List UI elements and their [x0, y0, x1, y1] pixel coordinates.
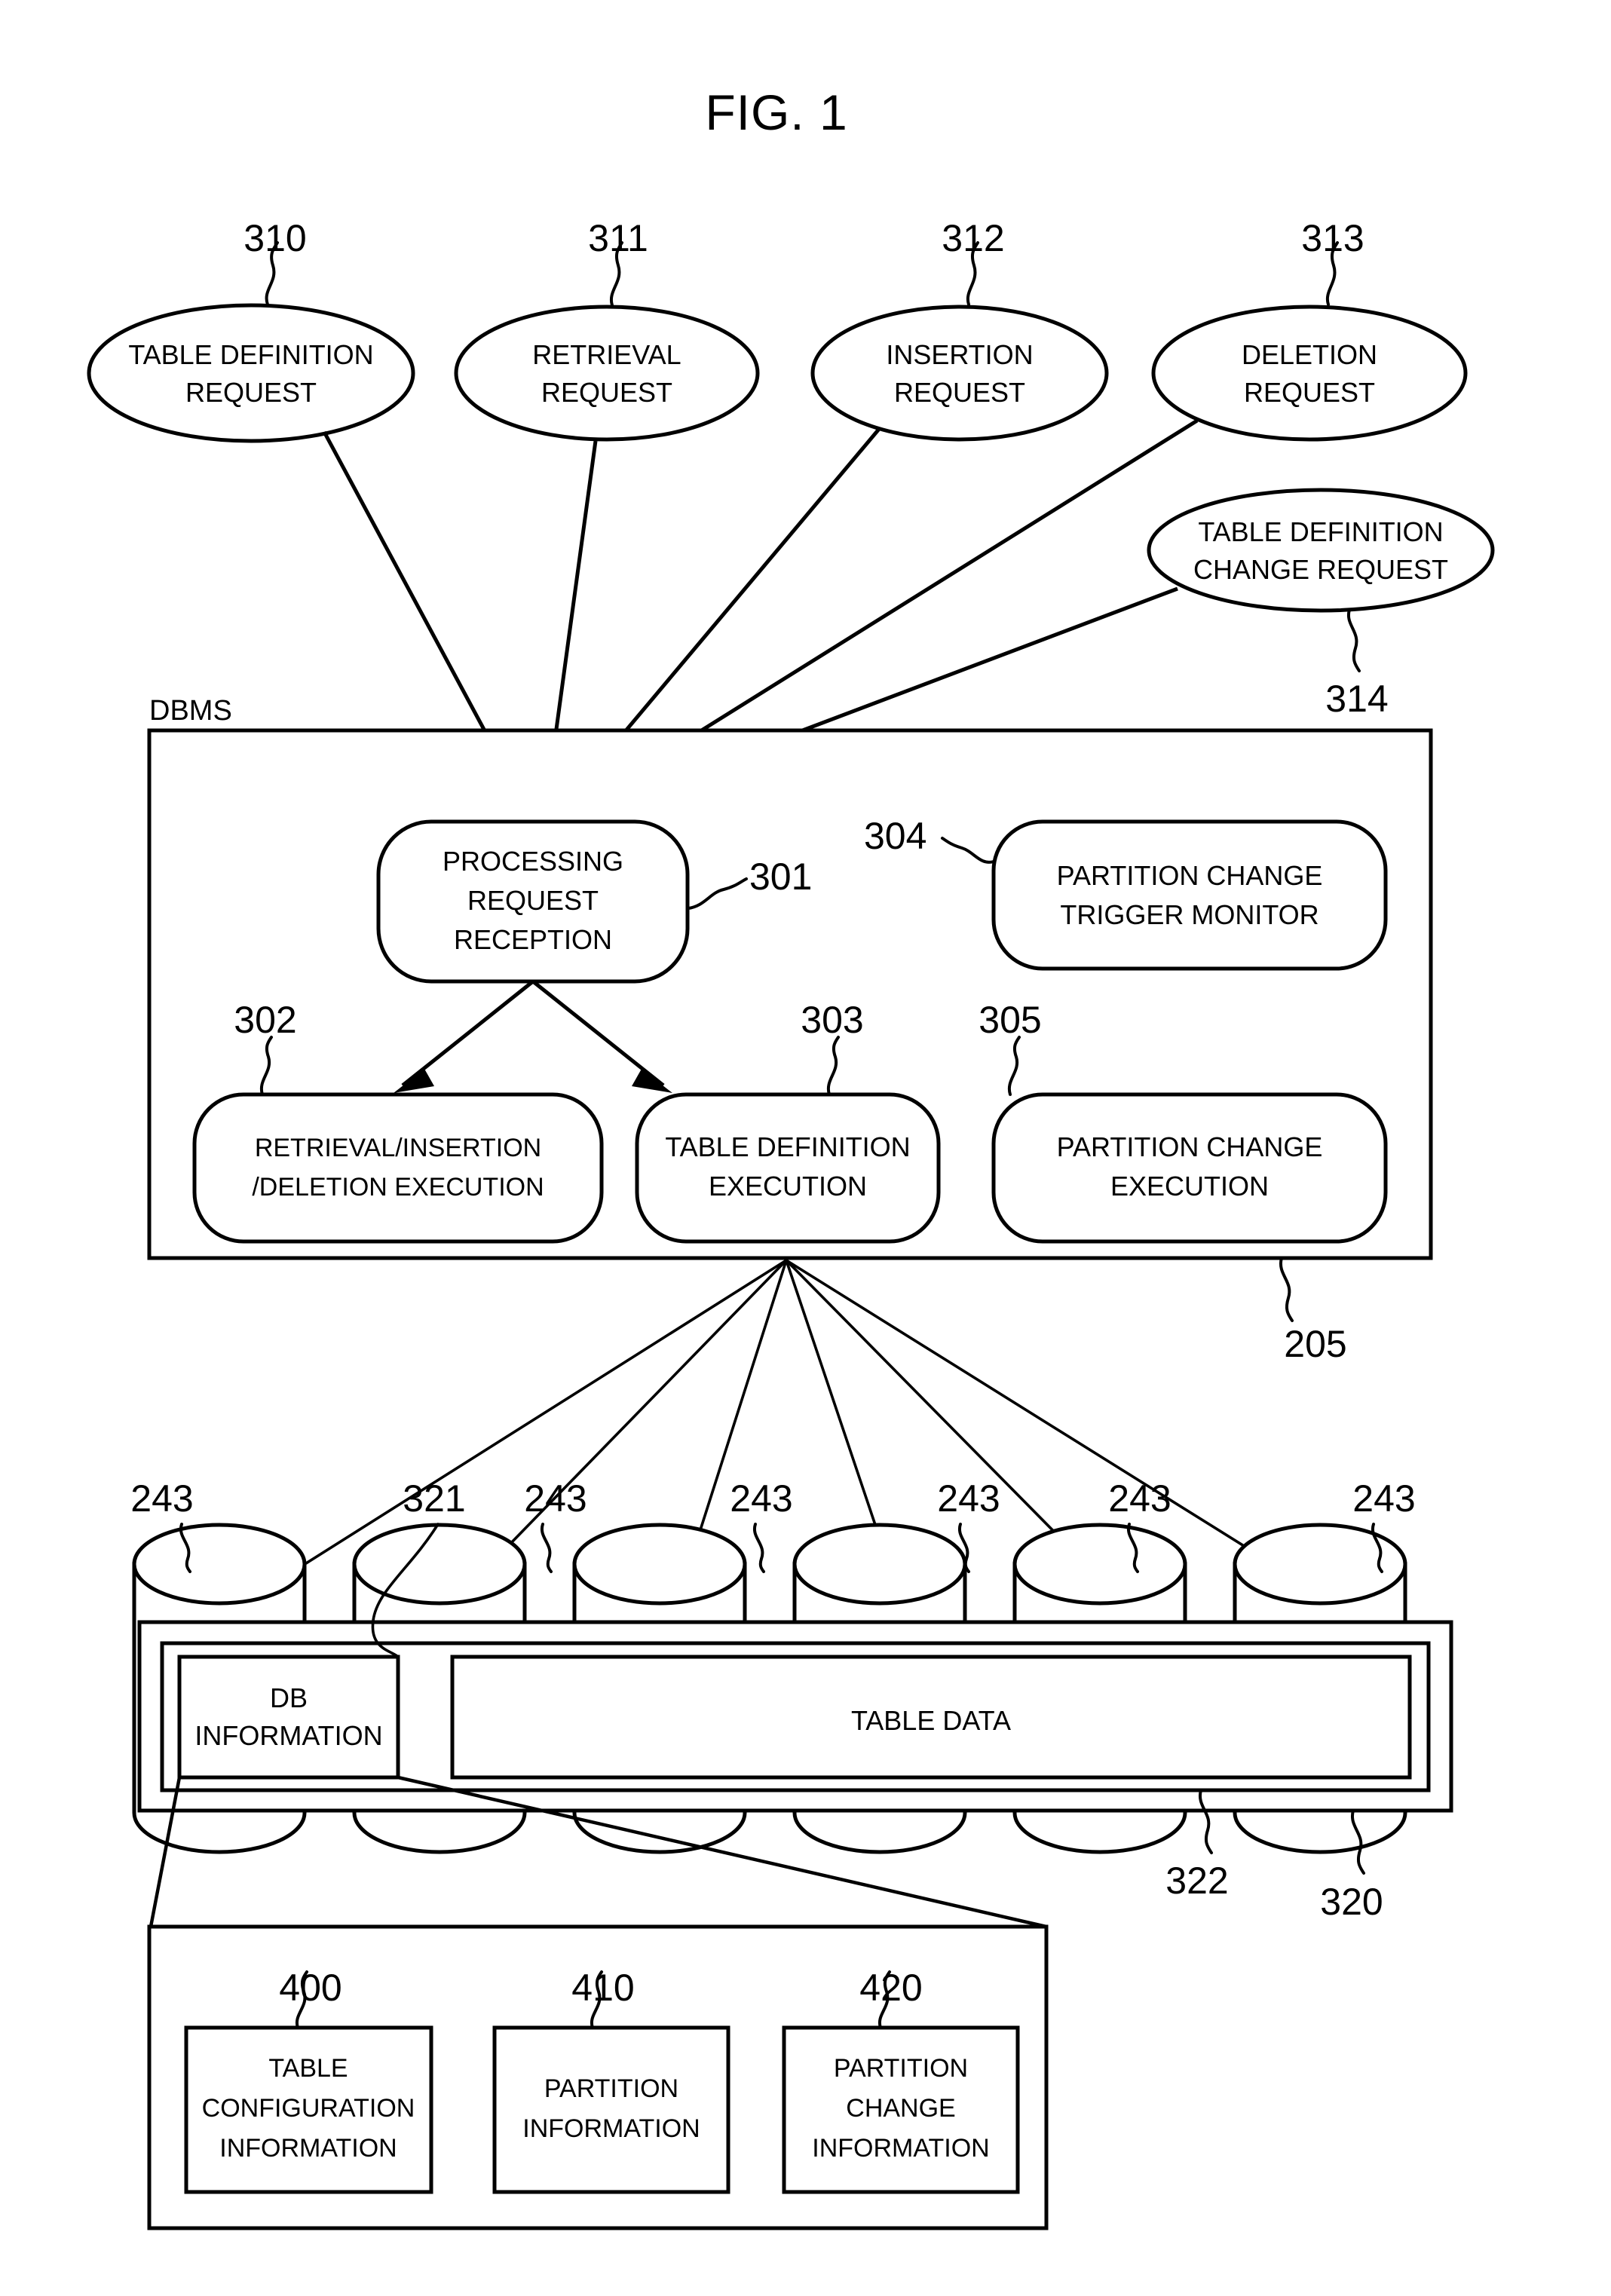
ellipse-shape — [810, 305, 1109, 442]
reference-numeral-305: 305 — [979, 999, 1041, 1041]
reference-numeral-321: 321 — [403, 1477, 465, 1520]
module-301-label-line2: REQUEST — [467, 885, 599, 916]
reference-numeral-disk-3: 243 — [730, 1477, 792, 1520]
ellipse-shape — [1151, 305, 1468, 442]
leader-line-205 — [1279, 1257, 1294, 1322]
table-data-box[interactable]: TABLE DATA — [450, 1655, 1412, 1780]
request-node-310-label-line1: TABLE DEFINITION — [128, 339, 373, 370]
request-node-314-label-line2: CHANGE REQUEST — [1193, 554, 1448, 585]
figure-canvas: FIG. 1 TABLE DEFINITION REQUEST 310 RETR… — [87, 84, 1495, 2230]
reference-numeral-304: 304 — [864, 815, 926, 857]
reference-numeral-303: 303 — [801, 999, 863, 1041]
module-304-label-line1: PARTITION CHANGE — [1057, 860, 1323, 891]
request-node-311-label-line1: RETRIEVAL — [532, 339, 681, 370]
request-node-312-label-line2: REQUEST — [894, 377, 1025, 408]
reference-numeral-320: 320 — [1320, 1881, 1383, 1923]
disk-top — [792, 1523, 967, 1606]
request-node-312-label-line1: INSERTION — [886, 339, 1033, 370]
module-305-label-line2: EXECUTION — [1110, 1171, 1269, 1202]
module-305-label-line1: PARTITION CHANGE — [1057, 1131, 1323, 1162]
reference-numeral-205: 205 — [1284, 1323, 1346, 1365]
module-301-label-line3: RECEPTION — [454, 924, 612, 955]
module-303-label-line1: TABLE DEFINITION — [665, 1131, 910, 1162]
rounded-box-shape — [991, 1092, 1388, 1244]
module-301-label-line1: PROCESSING — [443, 846, 623, 877]
detail-item-420-label-line2: CHANGE — [846, 2094, 955, 2123]
disk-top — [1012, 1523, 1187, 1606]
module-302-label-line1: RETRIEVAL/INSERTION — [255, 1134, 541, 1162]
disk-top — [572, 1523, 747, 1606]
db-information-label-line1: DB — [270, 1682, 308, 1713]
reference-numeral-314: 314 — [1325, 678, 1388, 720]
leader-line-disk-2 — [540, 1523, 553, 1573]
reference-numeral-disk-6: 243 — [1352, 1477, 1415, 1520]
module-303-label-line2: EXECUTION — [709, 1171, 867, 1202]
request-node-313-label-line1: DELETION — [1242, 339, 1377, 370]
reference-numeral-420: 420 — [859, 1967, 922, 2009]
reference-numeral-302: 302 — [234, 999, 296, 1041]
disk-top — [352, 1523, 527, 1606]
request-node-314-label-line1: TABLE DEFINITION — [1198, 516, 1443, 547]
leader-line-314 — [1346, 608, 1361, 672]
reference-numeral-313: 313 — [1301, 217, 1364, 259]
request-node-311[interactable]: RETRIEVAL REQUEST 311 — [454, 217, 760, 442]
detail-item-420-label-line3: INFORMATION — [812, 2134, 989, 2163]
rounded-box-shape — [192, 1092, 604, 1244]
detail-item-400-label-line3: INFORMATION — [219, 2134, 397, 2163]
detail-item-400-label-line1: TABLE — [268, 2054, 348, 2083]
module-304-label-line2: TRIGGER MONITOR — [1060, 899, 1319, 930]
detail-item-400-label-line2: CONFIGURATION — [202, 2094, 415, 2123]
leader-line-disk-3 — [752, 1523, 765, 1573]
request-node-314[interactable]: TABLE DEFINITION CHANGE REQUEST 314 — [1147, 488, 1495, 720]
reference-numeral-410: 410 — [571, 1967, 634, 2009]
dbms-label: DBMS — [149, 695, 232, 727]
rounded-box-shape — [635, 1092, 941, 1244]
request-node-310-label-line2: REQUEST — [185, 377, 317, 408]
reference-numeral-310: 310 — [243, 217, 306, 259]
reference-numeral-disk-2: 243 — [524, 1477, 587, 1520]
ellipse-shape — [87, 303, 415, 443]
reference-numeral-311: 311 — [588, 217, 648, 259]
request-node-311-label-line2: REQUEST — [541, 377, 672, 408]
reference-numeral-322: 322 — [1165, 1860, 1228, 1902]
table-data-label: TABLE DATA — [851, 1705, 1011, 1736]
patent-figure-1: FIG. 1 TABLE DEFINITION REQUEST 310 RETR… — [0, 0, 1611, 2296]
detail-item-420-label-line1: PARTITION — [834, 2054, 968, 2083]
request-node-312[interactable]: INSERTION REQUEST 312 — [810, 217, 1109, 442]
reference-numeral-400: 400 — [279, 1967, 341, 2009]
reference-numeral-disk-4: 243 — [937, 1477, 1000, 1520]
reference-numeral-312: 312 — [942, 217, 1004, 259]
db-information-rect — [177, 1655, 400, 1780]
rounded-box-shape — [991, 819, 1388, 971]
reference-numeral-disk-5: 243 — [1108, 1477, 1171, 1520]
ellipse-shape — [454, 305, 760, 442]
db-information-box[interactable]: DB INFORMATION — [177, 1655, 400, 1780]
figure-title: FIG. 1 — [705, 84, 847, 140]
ellipse-shape — [1147, 488, 1495, 613]
reference-numeral-disk-1: 243 — [130, 1477, 193, 1520]
detail-item-410-label-line1: PARTITION — [544, 2074, 678, 2103]
module-302-label-line2: /DELETION EXECUTION — [252, 1173, 544, 1202]
disk-top — [132, 1523, 307, 1606]
request-node-313[interactable]: DELETION REQUEST 313 — [1151, 217, 1468, 442]
db-information-label-line2: INFORMATION — [194, 1720, 382, 1751]
detail-item-410-label-line2: INFORMATION — [522, 2114, 700, 2143]
detail-rect — [492, 2025, 730, 2194]
request-node-313-label-line2: REQUEST — [1244, 377, 1375, 408]
reference-numeral-301: 301 — [749, 856, 812, 898]
request-node-310[interactable]: TABLE DEFINITION REQUEST 310 — [87, 217, 415, 443]
